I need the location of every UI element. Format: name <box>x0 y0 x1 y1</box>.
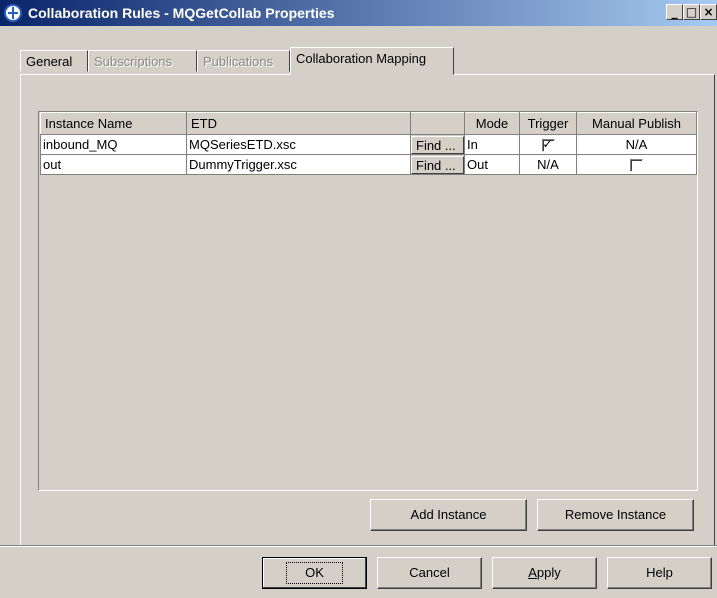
tab-subscriptions[interactable]: Subscriptions <box>88 50 197 72</box>
cell-trigger: N/A <box>519 154 577 175</box>
cell-mode[interactable]: Out <box>464 154 520 175</box>
cancel-button[interactable]: Cancel <box>377 557 482 589</box>
cell-find: Find ... <box>410 134 465 155</box>
table-row[interactable]: inbound_MQ MQSeriesETD.xsc Find ... In N… <box>40 134 697 155</box>
table-row[interactable]: out DummyTrigger.xsc Find ... Out N/A <box>40 154 697 175</box>
globe-icon <box>4 4 22 22</box>
find-button[interactable]: Find ... <box>411 155 464 174</box>
help-button[interactable]: Help <box>607 557 712 589</box>
properties-window: Collaboration Rules - MQGetCollab Proper… <box>0 0 717 598</box>
manual-publish-checkbox[interactable] <box>630 159 643 173</box>
cell-manual-publish: N/A <box>576 134 697 155</box>
cell-etd[interactable]: MQSeriesETD.xsc <box>186 134 411 155</box>
ok-button[interactable]: OK <box>262 557 367 589</box>
cell-manual-publish <box>576 154 697 175</box>
instance-table-container: Instance Name ETD Mode Trigger Manual Pu… <box>38 111 698 491</box>
window-controls: _ □ × <box>666 4 717 22</box>
ok-label: OK <box>286 562 343 584</box>
window-title: Collaboration Rules - MQGetCollab Proper… <box>28 5 335 21</box>
find-button[interactable]: Find ... <box>411 135 464 154</box>
column-header-trigger[interactable]: Trigger <box>519 112 577 135</box>
cell-instance-name[interactable]: out <box>40 154 187 175</box>
cell-find: Find ... <box>410 154 465 175</box>
add-instance-button[interactable]: Add Instance <box>370 499 527 531</box>
cell-etd[interactable]: DummyTrigger.xsc <box>186 154 411 175</box>
minimize-button[interactable]: _ <box>666 4 683 20</box>
cell-instance-name[interactable]: inbound_MQ <box>40 134 187 155</box>
column-header-manual-publish[interactable]: Manual Publish <box>576 112 697 135</box>
table-header-row: Instance Name ETD Mode Trigger Manual Pu… <box>40 112 697 135</box>
apply-button[interactable]: Apply <box>492 557 597 589</box>
tab-collaboration-mapping[interactable]: Collaboration Mapping <box>290 47 454 75</box>
apply-mnemonic: A <box>528 565 537 580</box>
column-header-etd[interactable]: ETD <box>186 112 411 135</box>
remove-instance-button[interactable]: Remove Instance <box>537 499 694 531</box>
separator <box>0 545 717 547</box>
cell-mode[interactable]: In <box>464 134 520 155</box>
close-button[interactable]: × <box>700 4 717 20</box>
cell-trigger <box>519 134 577 155</box>
instance-table: Instance Name ETD Mode Trigger Manual Pu… <box>40 112 697 175</box>
maximize-button[interactable]: □ <box>683 4 700 20</box>
column-header-mode[interactable]: Mode <box>464 112 520 135</box>
tab-general[interactable]: General <box>20 50 88 72</box>
apply-label: pply <box>536 565 561 580</box>
title-bar[interactable]: Collaboration Rules - MQGetCollab Proper… <box>0 0 717 26</box>
tab-publications[interactable]: Publications <box>197 50 290 72</box>
column-header-find[interactable] <box>410 112 465 135</box>
column-header-instance-name[interactable]: Instance Name <box>40 112 187 135</box>
trigger-checkbox[interactable] <box>541 137 555 153</box>
